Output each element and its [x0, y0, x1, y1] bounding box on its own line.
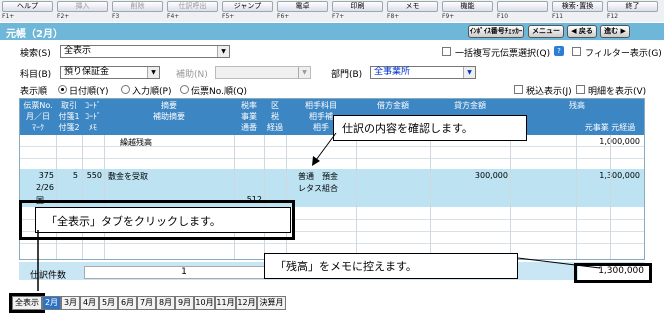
arrow-line [315, 132, 337, 161]
annotation-arrows [37, 132, 601, 291]
arrow-head [312, 156, 320, 166]
callout-frame [19, 200, 295, 240]
balance-highlight-box [574, 263, 652, 283]
